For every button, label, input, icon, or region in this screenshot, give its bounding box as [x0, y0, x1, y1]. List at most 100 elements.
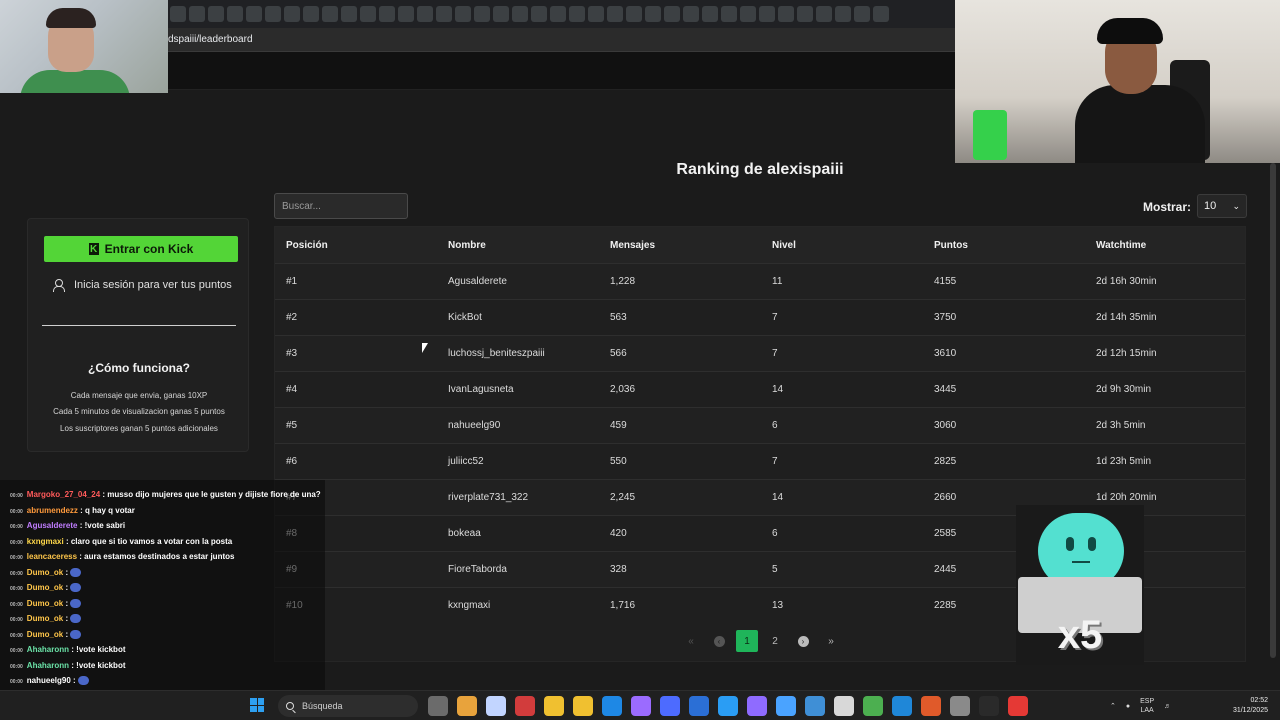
page-size-select[interactable]: 10 ⌄ [1197, 194, 1247, 218]
browser-tab-icon[interactable] [740, 6, 756, 22]
browser-tab-icon[interactable] [208, 6, 224, 22]
browser-tab-icon[interactable] [569, 6, 585, 22]
taskbar-app-icon[interactable] [544, 696, 564, 716]
chat-username[interactable]: Agusalderete [27, 521, 78, 530]
taskbar-app-icon[interactable] [863, 696, 883, 716]
taskbar-app-icon[interactable] [631, 696, 651, 716]
col-messages[interactable]: Mensajes [599, 240, 761, 251]
chat-username[interactable]: Dumo_ok [27, 599, 63, 608]
browser-tab-icon[interactable] [398, 6, 414, 22]
cell-name[interactable]: FioreTaborda [437, 564, 599, 575]
col-level[interactable]: Nivel [761, 240, 923, 251]
language-indicator[interactable]: ESP LAA [1140, 697, 1154, 715]
cell-name[interactable]: IvanLagusneta [437, 384, 599, 395]
cell-name[interactable]: KickBot [437, 312, 599, 323]
chat-username[interactable]: nahueelg90 [27, 676, 71, 685]
browser-tab-icon[interactable] [379, 6, 395, 22]
cell-name[interactable]: bokeaa [437, 528, 599, 539]
browser-tab-icon[interactable] [873, 6, 889, 22]
taskbar-app-icon[interactable] [602, 696, 622, 716]
col-watchtime[interactable]: Watchtime [1085, 240, 1245, 251]
browser-tab-icon[interactable] [645, 6, 661, 22]
cell-name[interactable]: juliicc52 [437, 456, 599, 467]
taskbar-app-icon[interactable] [486, 696, 506, 716]
url-text[interactable]: dspaiii/leaderboard [168, 34, 253, 45]
browser-tab-icon[interactable] [721, 6, 737, 22]
browser-tab-icon[interactable] [341, 6, 357, 22]
browser-tab-icon[interactable] [816, 6, 832, 22]
windows-start-icon[interactable] [250, 698, 264, 712]
taskbar-app-icon[interactable] [718, 696, 738, 716]
chat-username[interactable]: kxngmaxi [27, 537, 64, 546]
cell-name[interactable]: kxngmaxi [437, 600, 599, 611]
chat-username[interactable]: Dumo_ok [27, 614, 63, 623]
browser-tab-icon[interactable] [759, 6, 775, 22]
next-page-button[interactable]: › [792, 630, 814, 652]
taskbar-app-icon[interactable] [979, 696, 999, 716]
col-position[interactable]: Posición [275, 240, 437, 251]
browser-tab-icon[interactable] [455, 6, 471, 22]
browser-tab-icon[interactable] [436, 6, 452, 22]
browser-tab-icon[interactable] [702, 6, 718, 22]
browser-tab-icon[interactable] [531, 6, 547, 22]
browser-tab-icon[interactable] [778, 6, 794, 22]
page-2-button[interactable]: 2 [764, 630, 786, 652]
browser-tab-icon[interactable] [626, 6, 642, 22]
col-name[interactable]: Nombre [437, 240, 599, 251]
taskbar-app-icon[interactable] [660, 696, 680, 716]
browser-tab-icon[interactable] [322, 6, 338, 22]
taskbar-app-icon[interactable] [573, 696, 593, 716]
last-page-button[interactable]: » [820, 630, 842, 652]
browser-tab-icon[interactable] [189, 6, 205, 22]
taskbar-app-icon[interactable] [950, 696, 970, 716]
prev-page-button[interactable]: ‹ [708, 630, 730, 652]
taskbar-clock[interactable]: 02:52 31/12/2025 [1218, 696, 1268, 716]
taskbar-app-icon[interactable] [689, 696, 709, 716]
browser-tab-icon[interactable] [474, 6, 490, 22]
speaker-icon[interactable]: ♬ [1164, 703, 1171, 710]
browser-tab-icon[interactable] [303, 6, 319, 22]
kick-login-button[interactable]: K Entrar con Kick [44, 236, 238, 262]
browser-tab-icon[interactable] [170, 6, 186, 22]
chat-username[interactable]: Ahaharonn [27, 645, 69, 654]
cell-name[interactable]: Agusalderete [437, 276, 599, 287]
chat-username[interactable]: Dumo_ok [27, 630, 63, 639]
page-scrollbar[interactable] [1270, 163, 1276, 658]
browser-tab-icon[interactable] [284, 6, 300, 22]
cell-name[interactable]: luchossj_beniteszpaiii [437, 348, 599, 359]
search-input[interactable] [274, 193, 408, 219]
taskbar-search[interactable]: Búsqueda [278, 695, 418, 717]
first-page-button[interactable]: « [680, 630, 702, 652]
browser-tab-icon[interactable] [607, 6, 623, 22]
taskbar-app-icon[interactable] [747, 696, 767, 716]
taskbar-app-icon[interactable] [428, 696, 448, 716]
browser-tab-icon[interactable] [854, 6, 870, 22]
taskbar-app-icon[interactable] [892, 696, 912, 716]
chat-username[interactable]: Dumo_ok [27, 583, 63, 592]
browser-tab-icon[interactable] [664, 6, 680, 22]
chat-username[interactable]: Dumo_ok [27, 568, 63, 577]
browser-tab-icon[interactable] [550, 6, 566, 22]
microphone-icon[interactable]: ● [1126, 703, 1130, 710]
browser-tab-icon[interactable] [246, 6, 262, 22]
page-1-button[interactable]: 1 [736, 630, 758, 652]
chat-username[interactable]: Ahaharonn [27, 661, 69, 670]
browser-tab-icon[interactable] [588, 6, 604, 22]
browser-tab-icon[interactable] [265, 6, 281, 22]
taskbar-app-icon[interactable] [834, 696, 854, 716]
taskbar-app-icon[interactable] [457, 696, 477, 716]
taskbar-app-icon[interactable] [776, 696, 796, 716]
browser-tab-icon[interactable] [227, 6, 243, 22]
chevron-up-icon[interactable]: ⌃ [1110, 702, 1116, 710]
taskbar-app-icon[interactable] [515, 696, 535, 716]
browser-tab-icon[interactable] [360, 6, 376, 22]
taskbar-app-icon[interactable] [1008, 696, 1028, 716]
chat-username[interactable]: Margoko_27_04_24 [27, 490, 100, 499]
chat-username[interactable]: abrumendezz [27, 506, 78, 515]
taskbar-app-icon[interactable] [921, 696, 941, 716]
browser-tab-icon[interactable] [417, 6, 433, 22]
browser-tab-icon[interactable] [512, 6, 528, 22]
taskbar-app-icon[interactable] [805, 696, 825, 716]
cell-name[interactable]: riverplate731_322 [437, 492, 599, 503]
col-points[interactable]: Puntos [923, 240, 1085, 251]
